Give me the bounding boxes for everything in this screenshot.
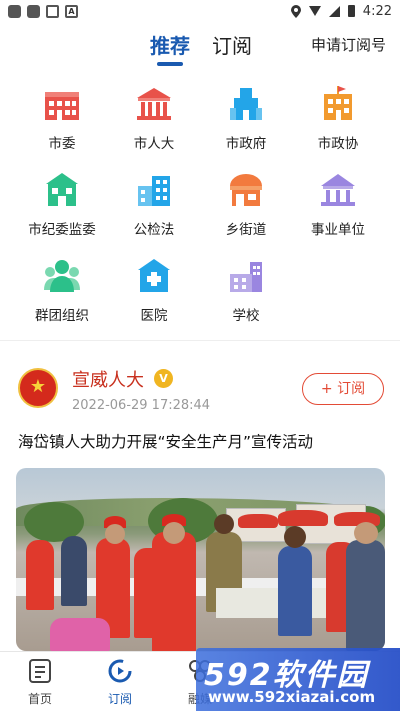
subscribe-icon	[108, 659, 132, 683]
watermark-url: www.592xiazai.com	[208, 688, 376, 706]
active-tab-indicator	[157, 62, 183, 66]
hall-icon	[137, 88, 171, 120]
institution-icon	[321, 174, 355, 206]
subscribe-button[interactable]: + 订阅	[302, 373, 384, 405]
home-icon	[29, 659, 51, 683]
verified-badge-icon: V	[154, 369, 173, 388]
category-label: 市政府	[225, 136, 267, 152]
category-hospital[interactable]: 医院	[104, 256, 204, 324]
office-icon	[138, 176, 170, 206]
article-header: 宣威人大 V 2022-06-29 17:28:44 + 订阅	[0, 360, 400, 420]
site-watermark: 592软件园 www.592xiazai.com	[196, 648, 400, 711]
category-public-security-law[interactable]: 公检法	[104, 170, 204, 238]
category-label: 市纪委监委	[28, 222, 96, 238]
category-label: 公检法	[133, 222, 175, 238]
category-mass-organizations[interactable]: 群团组织	[12, 256, 112, 324]
category-label: 乡街道	[225, 222, 267, 238]
category-public-institution[interactable]: 事业单位	[288, 170, 388, 238]
tower-icon	[230, 88, 262, 120]
image-icon	[46, 4, 59, 18]
nav-label: 首页	[27, 692, 52, 706]
article-photo[interactable]	[16, 468, 385, 651]
nav-home[interactable]: 首页	[10, 658, 70, 707]
category-label: 市人大	[133, 136, 175, 152]
category-school[interactable]: 学校	[196, 256, 296, 324]
app-icon	[27, 4, 40, 18]
tab-recommend[interactable]: 推荐	[150, 30, 190, 59]
category-label: 医院	[140, 308, 168, 324]
category-township-street[interactable]: 乡街道	[196, 170, 296, 238]
a-icon: A	[65, 4, 78, 18]
category-label: 市委	[48, 136, 76, 152]
category-city-government[interactable]: 市政府	[196, 84, 296, 152]
article-title[interactable]: 海岱镇人大助力开展“安全生产月”宣传活动	[18, 430, 388, 452]
category-discipline-commission[interactable]: 市纪委监委	[12, 170, 112, 238]
building-icon	[45, 92, 79, 120]
signal-icon	[328, 5, 340, 17]
house-icon	[46, 173, 78, 206]
flag-building-icon	[324, 86, 352, 120]
nav-subscribe[interactable]: 订阅	[90, 658, 150, 707]
clock-time: 4:22	[362, 3, 392, 19]
battery-icon	[347, 5, 355, 17]
school-icon	[230, 262, 262, 292]
category-label: 学校	[232, 308, 260, 324]
category-label: 群团组织	[35, 308, 89, 324]
people-icon	[44, 260, 80, 292]
tab-subscribe[interactable]: 订阅	[212, 30, 252, 59]
post-timestamp: 2022-06-29 17:28:44	[72, 398, 211, 413]
wifi-icon	[308, 6, 321, 16]
app-icon	[8, 4, 21, 18]
hospital-icon	[138, 259, 170, 292]
nav-label: 订阅	[107, 692, 132, 706]
national-emblem-avatar[interactable]	[18, 368, 58, 408]
category-political-consultative[interactable]: 市政协	[288, 84, 388, 152]
status-bar: A 4:22	[0, 0, 400, 22]
location-icon	[290, 4, 301, 18]
category-peoples-congress[interactable]: 市人大	[104, 84, 204, 152]
apply-subscription-button[interactable]: 申请订阅号	[311, 34, 386, 55]
category-label: 市政协	[317, 136, 359, 152]
top-tab-bar: 推荐 订阅 申请订阅号	[0, 22, 400, 70]
author-name[interactable]: 宣威人大	[72, 366, 144, 392]
shop-icon	[230, 174, 262, 206]
category-label: 事业单位	[311, 222, 365, 238]
section-divider	[0, 340, 400, 341]
category-city-committee[interactable]: 市委	[12, 84, 112, 152]
